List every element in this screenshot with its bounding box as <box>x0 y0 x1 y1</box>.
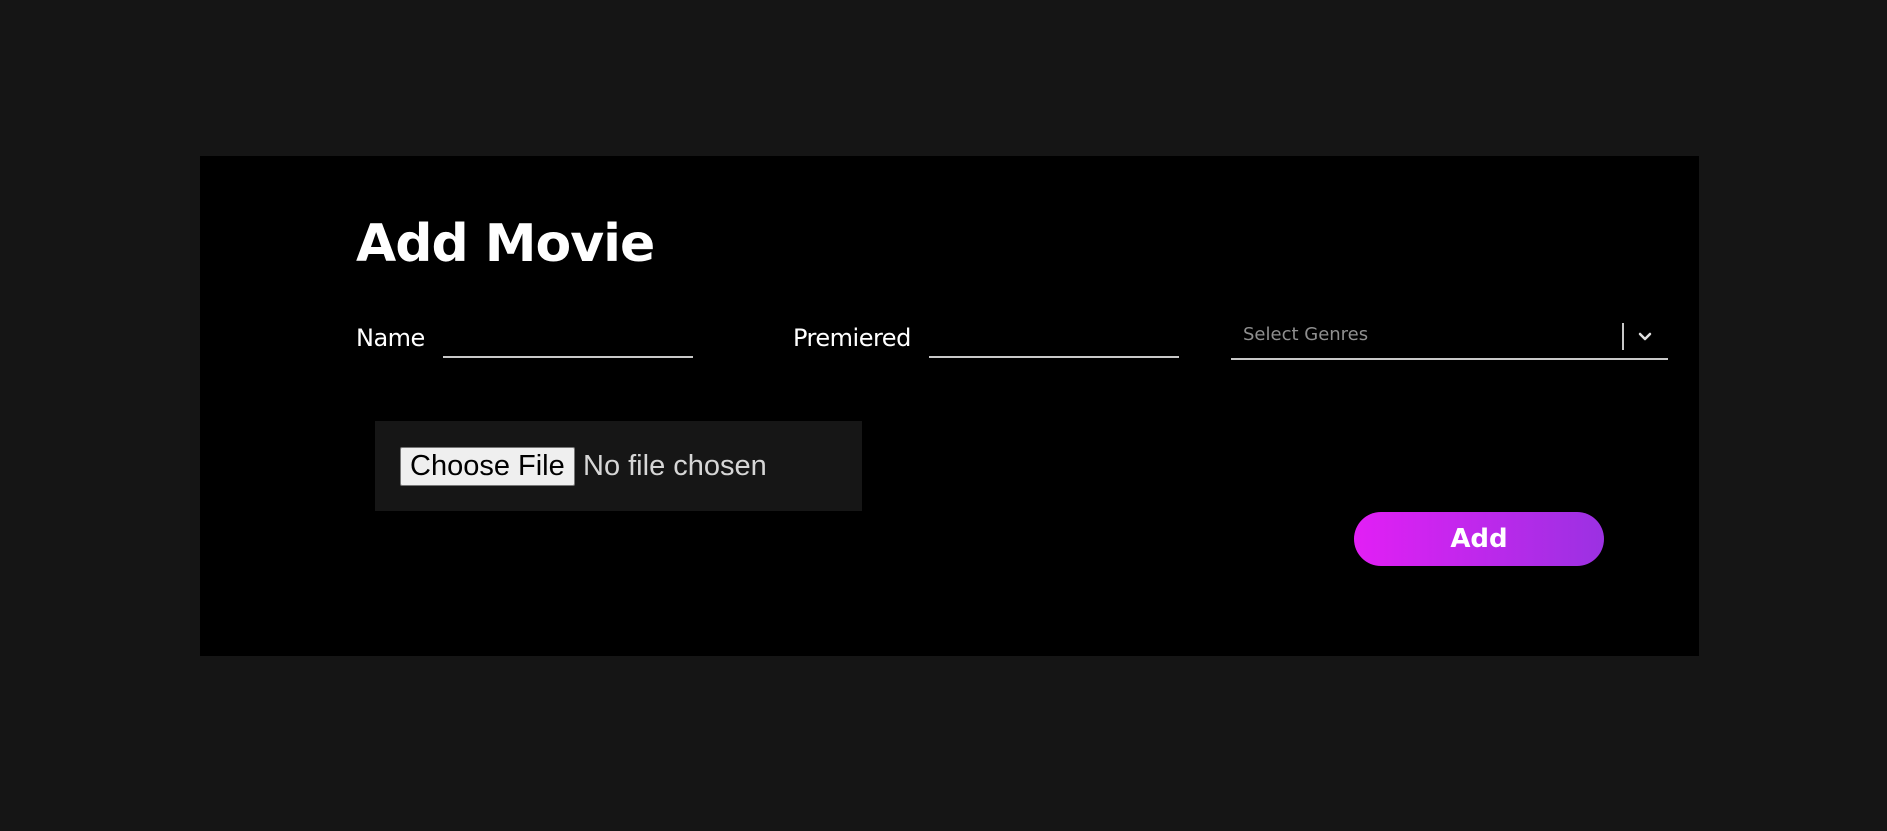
name-label: Name <box>356 324 425 352</box>
premiered-input[interactable] <box>929 322 1179 358</box>
add-button[interactable]: Add <box>1354 512 1604 566</box>
chevron-down-icon[interactable] <box>1633 324 1657 348</box>
genres-select-placeholder: Select Genres <box>1243 324 1369 345</box>
genres-select[interactable]: Select Genres <box>1231 316 1668 360</box>
file-status-text: No file chosen <box>583 450 767 482</box>
page-title: Add Movie <box>356 214 655 274</box>
premiered-label: Premiered <box>793 324 911 352</box>
select-separator <box>1622 323 1624 350</box>
choose-file-button[interactable]: Choose File <box>400 447 575 486</box>
add-movie-panel: Add Movie Name Premiered Select Genres C… <box>200 156 1699 656</box>
name-input[interactable] <box>443 322 693 358</box>
file-upload-field[interactable]: Choose File No file chosen <box>375 421 862 511</box>
